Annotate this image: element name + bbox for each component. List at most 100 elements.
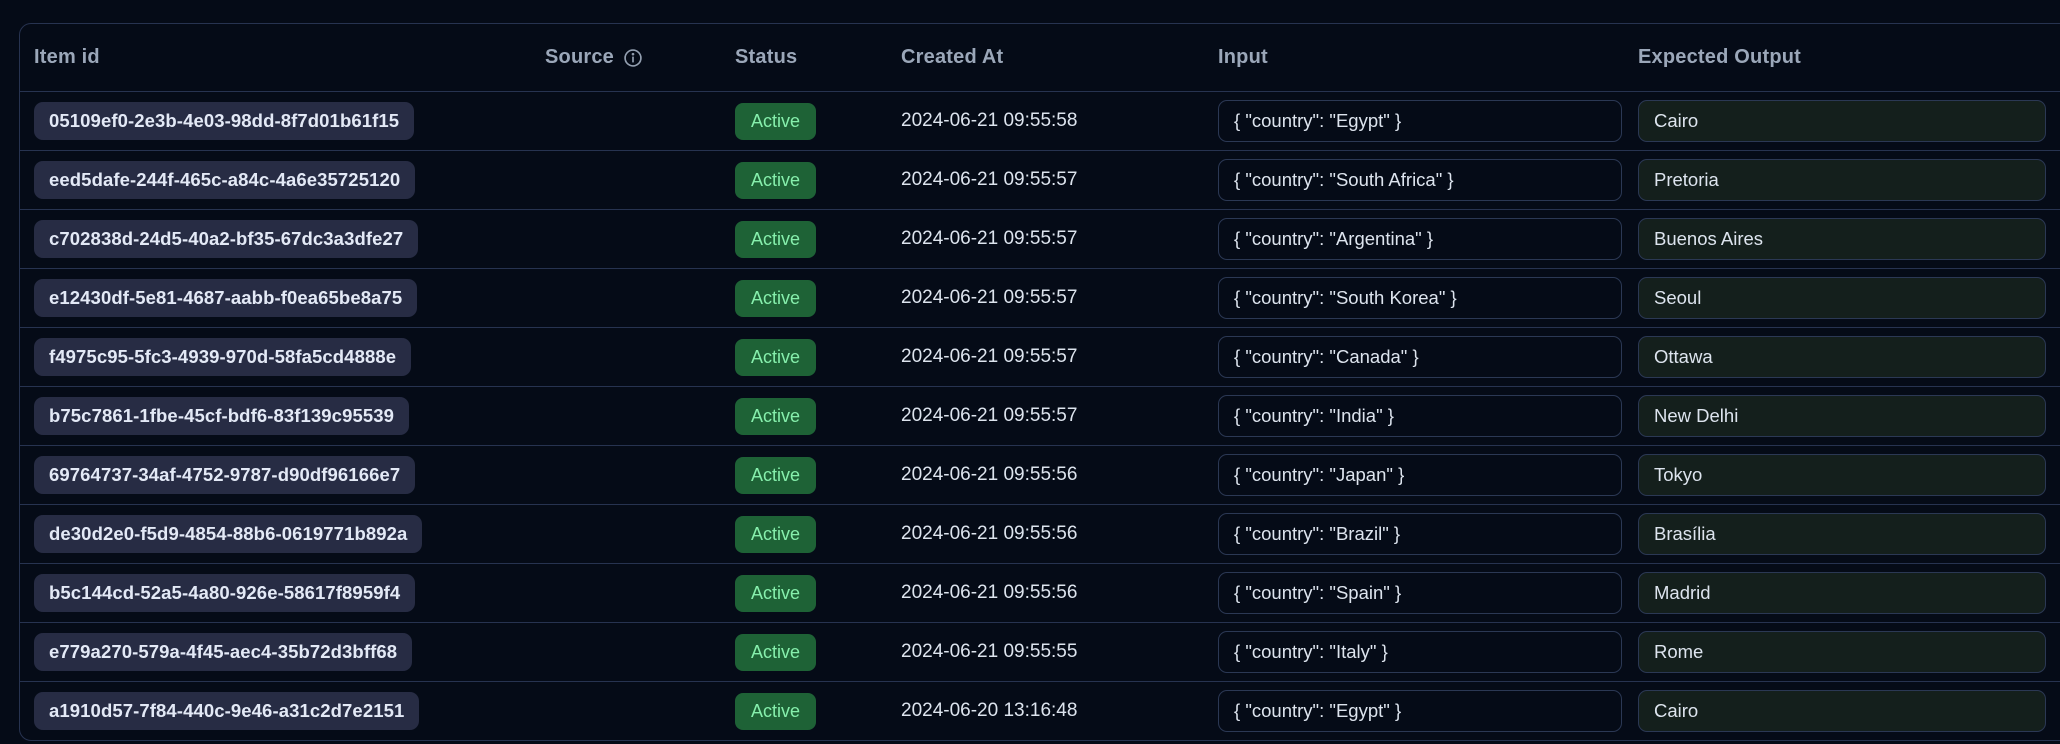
input-value-box: { "country": "Italy" } — [1218, 631, 1622, 673]
column-header-status: Status — [735, 46, 901, 69]
table-header-row: Item id Source Status Created At Input E… — [20, 24, 2060, 91]
input-value-box: { "country": "South Africa" } — [1218, 159, 1622, 201]
created-at-cell: 2024-06-21 09:55:57 — [901, 346, 1218, 368]
table-row: 05109ef0-2e3b-4e03-98dd-8f7d01b61f15 Act… — [20, 91, 2060, 150]
status-cell: Active — [735, 280, 901, 317]
input-cell: { "country": "Egypt" } — [1218, 690, 1638, 732]
item-id-pill[interactable]: b75c7861-1fbe-45cf-bdf6-83f139c95539 — [34, 397, 409, 435]
status-badge: Active — [735, 280, 816, 317]
created-at-cell: 2024-06-21 09:55:56 — [901, 523, 1218, 545]
input-value-box: { "country": "Canada" } — [1218, 336, 1622, 378]
column-header-label: Item id — [34, 46, 100, 69]
expected-output-value-box: Ottawa — [1638, 336, 2046, 378]
created-at-cell: 2024-06-21 09:55:55 — [901, 641, 1218, 663]
item-id-pill[interactable]: e779a270-579a-4f45-aec4-35b72d3bff68 — [34, 633, 412, 671]
item-id-cell: a1910d57-7f84-440c-9e46-a31c2d7e2151 — [34, 692, 545, 730]
item-id-pill[interactable]: eed5dafe-244f-465c-a84c-4a6e35725120 — [34, 161, 415, 199]
table-row: 69764737-34af-4752-9787-d90df96166e7 Act… — [20, 445, 2060, 504]
expected-output-value-box: Pretoria — [1638, 159, 2046, 201]
item-id-pill[interactable]: e12430df-5e81-4687-aabb-f0ea65be8a75 — [34, 279, 417, 317]
input-value-box: { "country": "Brazil" } — [1218, 513, 1622, 555]
expected-output-value-box: Tokyo — [1638, 454, 2046, 496]
table-body: 05109ef0-2e3b-4e03-98dd-8f7d01b61f15 Act… — [20, 91, 2060, 740]
expected-output-value-box: Buenos Aires — [1638, 218, 2046, 260]
column-header-label: Expected Output — [1638, 46, 1801, 69]
input-cell: { "country": "Spain" } — [1218, 572, 1638, 614]
item-id-pill[interactable]: b5c144cd-52a5-4a80-926e-58617f8959f4 — [34, 574, 415, 612]
created-at-value: 2024-06-21 09:55:56 — [901, 523, 1077, 544]
created-at-cell: 2024-06-21 09:55:57 — [901, 287, 1218, 309]
created-at-value: 2024-06-21 09:55:58 — [901, 110, 1077, 131]
created-at-cell: 2024-06-21 09:55:57 — [901, 405, 1218, 427]
table-row: e779a270-579a-4f45-aec4-35b72d3bff68 Act… — [20, 622, 2060, 681]
status-cell: Active — [735, 162, 901, 199]
table-row: e12430df-5e81-4687-aabb-f0ea65be8a75 Act… — [20, 268, 2060, 327]
created-at-value: 2024-06-21 09:55:57 — [901, 169, 1077, 190]
input-cell: { "country": "India" } — [1218, 395, 1638, 437]
created-at-value: 2024-06-21 09:55:55 — [901, 641, 1077, 662]
item-id-cell: c702838d-24d5-40a2-bf35-67dc3a3dfe27 — [34, 220, 545, 258]
expected-output-cell: Brasília — [1638, 513, 2060, 555]
expected-output-value-box: Madrid — [1638, 572, 2046, 614]
item-id-pill[interactable]: c702838d-24d5-40a2-bf35-67dc3a3dfe27 — [34, 220, 418, 258]
created-at-value: 2024-06-21 09:55:56 — [901, 464, 1077, 485]
expected-output-value-box: Brasília — [1638, 513, 2046, 555]
column-header-label: Source — [545, 46, 614, 69]
status-cell: Active — [735, 457, 901, 494]
status-cell: Active — [735, 693, 901, 730]
status-cell: Active — [735, 398, 901, 435]
expected-output-value-box: Seoul — [1638, 277, 2046, 319]
created-at-value: 2024-06-21 09:55:57 — [901, 228, 1077, 249]
input-cell: { "country": "Canada" } — [1218, 336, 1638, 378]
created-at-value: 2024-06-21 09:55:57 — [901, 287, 1077, 308]
item-id-cell: 05109ef0-2e3b-4e03-98dd-8f7d01b61f15 — [34, 102, 545, 140]
table-row: a1910d57-7f84-440c-9e46-a31c2d7e2151 Act… — [20, 681, 2060, 740]
created-at-cell: 2024-06-21 09:55:56 — [901, 582, 1218, 604]
item-id-cell: f4975c95-5fc3-4939-970d-58fa5cd4888e — [34, 338, 545, 376]
item-id-pill[interactable]: 69764737-34af-4752-9787-d90df96166e7 — [34, 456, 415, 494]
item-id-pill[interactable]: a1910d57-7f84-440c-9e46-a31c2d7e2151 — [34, 692, 419, 730]
item-id-cell: e12430df-5e81-4687-aabb-f0ea65be8a75 — [34, 279, 545, 317]
created-at-cell: 2024-06-21 09:55:56 — [901, 464, 1218, 486]
item-id-pill[interactable]: 05109ef0-2e3b-4e03-98dd-8f7d01b61f15 — [34, 102, 414, 140]
expected-output-cell: Tokyo — [1638, 454, 2060, 496]
expected-output-cell: Cairo — [1638, 100, 2060, 142]
table-row: c702838d-24d5-40a2-bf35-67dc3a3dfe27 Act… — [20, 209, 2060, 268]
status-badge: Active — [735, 339, 816, 376]
info-icon[interactable] — [623, 48, 643, 68]
status-badge: Active — [735, 398, 816, 435]
status-badge: Active — [735, 575, 816, 612]
expected-output-cell: Buenos Aires — [1638, 218, 2060, 260]
input-cell: { "country": "Japan" } — [1218, 454, 1638, 496]
status-cell: Active — [735, 575, 901, 612]
item-id-pill[interactable]: f4975c95-5fc3-4939-970d-58fa5cd4888e — [34, 338, 411, 376]
column-header-created-at: Created At — [901, 46, 1218, 69]
expected-output-cell: New Delhi — [1638, 395, 2060, 437]
table-row: b5c144cd-52a5-4a80-926e-58617f8959f4 Act… — [20, 563, 2060, 622]
input-cell: { "country": "Brazil" } — [1218, 513, 1638, 555]
column-header-label: Status — [735, 46, 797, 69]
status-badge: Active — [735, 103, 816, 140]
status-badge: Active — [735, 634, 816, 671]
created-at-value: 2024-06-20 13:16:48 — [901, 700, 1077, 721]
status-badge: Active — [735, 516, 816, 553]
table-row: de30d2e0-f5d9-4854-88b6-0619771b892a Act… — [20, 504, 2060, 563]
item-id-cell: eed5dafe-244f-465c-a84c-4a6e35725120 — [34, 161, 545, 199]
item-id-cell: 69764737-34af-4752-9787-d90df96166e7 — [34, 456, 545, 494]
expected-output-value-box: Rome — [1638, 631, 2046, 673]
expected-output-cell: Cairo — [1638, 690, 2060, 732]
input-value-box: { "country": "Argentina" } — [1218, 218, 1622, 260]
input-value-box: { "country": "India" } — [1218, 395, 1622, 437]
status-cell: Active — [735, 339, 901, 376]
item-id-pill[interactable]: de30d2e0-f5d9-4854-88b6-0619771b892a — [34, 515, 422, 553]
expected-output-value-box: Cairo — [1638, 100, 2046, 142]
created-at-cell: 2024-06-21 09:55:57 — [901, 169, 1218, 191]
input-value-box: { "country": "Spain" } — [1218, 572, 1622, 614]
input-value-box: { "country": "Egypt" } — [1218, 690, 1622, 732]
expected-output-cell: Seoul — [1638, 277, 2060, 319]
column-header-label: Input — [1218, 46, 1268, 69]
input-cell: { "country": "Egypt" } — [1218, 100, 1638, 142]
status-badge: Active — [735, 457, 816, 494]
created-at-cell: 2024-06-20 13:16:48 — [901, 700, 1218, 722]
status-badge: Active — [735, 693, 816, 730]
